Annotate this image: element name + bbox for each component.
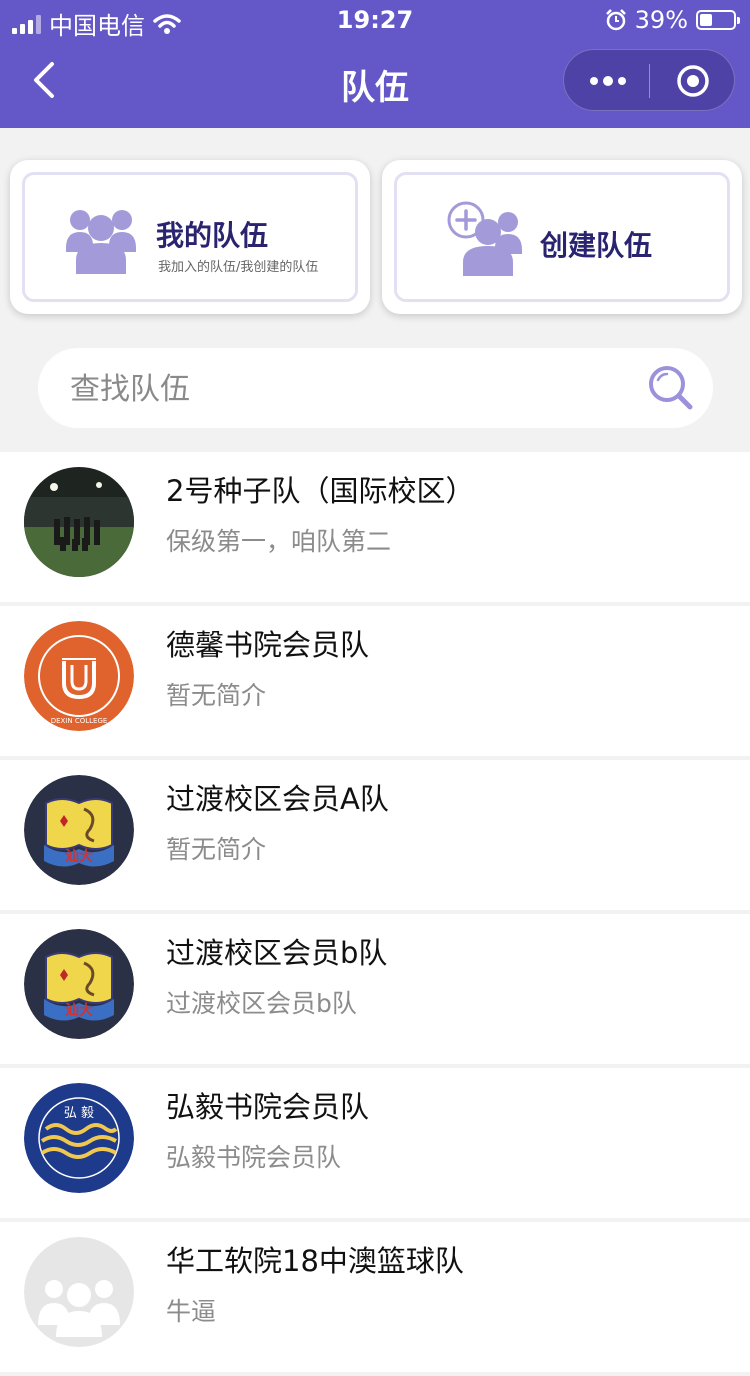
svg-text:弘 毅: 弘 毅 (64, 1105, 94, 1121)
status-bar: 中国电信 19:27 39% (0, 0, 750, 40)
capsule-divider (649, 64, 650, 98)
team-avatar-photo (24, 467, 134, 577)
stu-emblem-avatar: 汕大 (24, 929, 134, 1039)
mini-program-capsule (563, 49, 735, 111)
search-input[interactable] (68, 348, 632, 430)
team-list-item[interactable]: 弘 毅 弘毅书院会员队 弘毅书院会员队 (0, 1068, 750, 1218)
search-icon[interactable] (647, 364, 693, 410)
team-desc: 保级第一，咱队第二 (166, 527, 392, 556)
navbar: 队伍 (0, 40, 750, 128)
team-desc: 暂无简介 (166, 835, 267, 864)
hongyi-logo: 弘 毅 (24, 1083, 134, 1193)
my-teams-title: 我的队伍 (156, 219, 269, 252)
team-name: 华工软院18中澳篮球队 (166, 1244, 464, 1278)
team-name: 2号种子队（国际校区） (166, 474, 475, 508)
battery-icon (696, 10, 740, 30)
team-name: 弘毅书院会员队 (166, 1090, 370, 1124)
team-name: 过渡校区会员A队 (166, 782, 389, 816)
team-desc: 弘毅书院会员队 (166, 1143, 342, 1172)
team-desc: 牛逼 (166, 1297, 217, 1326)
my-teams-card[interactable]: 我的队伍 我加入的队伍/我创建的队伍 (10, 160, 370, 314)
svg-text:DEXIN COLLEGE: DEXIN COLLEGE (51, 717, 108, 725)
team-desc: 过渡校区会员b队 (166, 989, 357, 1018)
dexin-logo: DEXIN COLLEGE (24, 621, 134, 731)
team-list-item[interactable]: 华工软院18中澳篮球队 牛逼 (0, 1222, 750, 1372)
team-list-item[interactable]: 2号种子队（国际校区） 保级第一，咱队第二 (0, 452, 750, 602)
add-team-icon (447, 201, 522, 276)
alarm-icon (605, 9, 626, 31)
team-icon (66, 210, 136, 274)
team-list-item[interactable]: 汕大 过渡校区会员b队 过渡校区会员b队 (0, 914, 750, 1064)
header: 中国电信 19:27 39% 队伍 (0, 0, 750, 128)
svg-text:汕大: 汕大 (65, 1002, 93, 1019)
team-list-item[interactable]: DEXIN COLLEGE 德馨书院会员队 暂无简介 (0, 606, 750, 756)
target-icon[interactable] (676, 64, 710, 98)
my-teams-subtitle: 我加入的队伍/我创建的队伍 (158, 260, 319, 275)
team-name: 德馨书院会员队 (166, 628, 370, 662)
team-list: 2号种子队（国际校区） 保级第一，咱队第二 DEXIN COLLEGE 德馨书院… (0, 452, 750, 1376)
team-name: 过渡校区会员b队 (166, 936, 388, 970)
svg-text:汕大: 汕大 (65, 848, 93, 865)
more-dots-icon[interactable] (588, 68, 628, 94)
search-bar (38, 348, 713, 430)
battery-percent: 39% (634, 6, 688, 34)
placeholder-avatar (24, 1237, 134, 1347)
team-list-item[interactable]: 汕大 过渡校区会员A队 暂无简介 (0, 760, 750, 910)
team-desc: 暂无简介 (166, 681, 267, 710)
stu-emblem-avatar: 汕大 (24, 775, 134, 885)
create-team-title: 创建队伍 (540, 229, 653, 262)
create-team-card[interactable]: 创建队伍 (382, 160, 742, 314)
